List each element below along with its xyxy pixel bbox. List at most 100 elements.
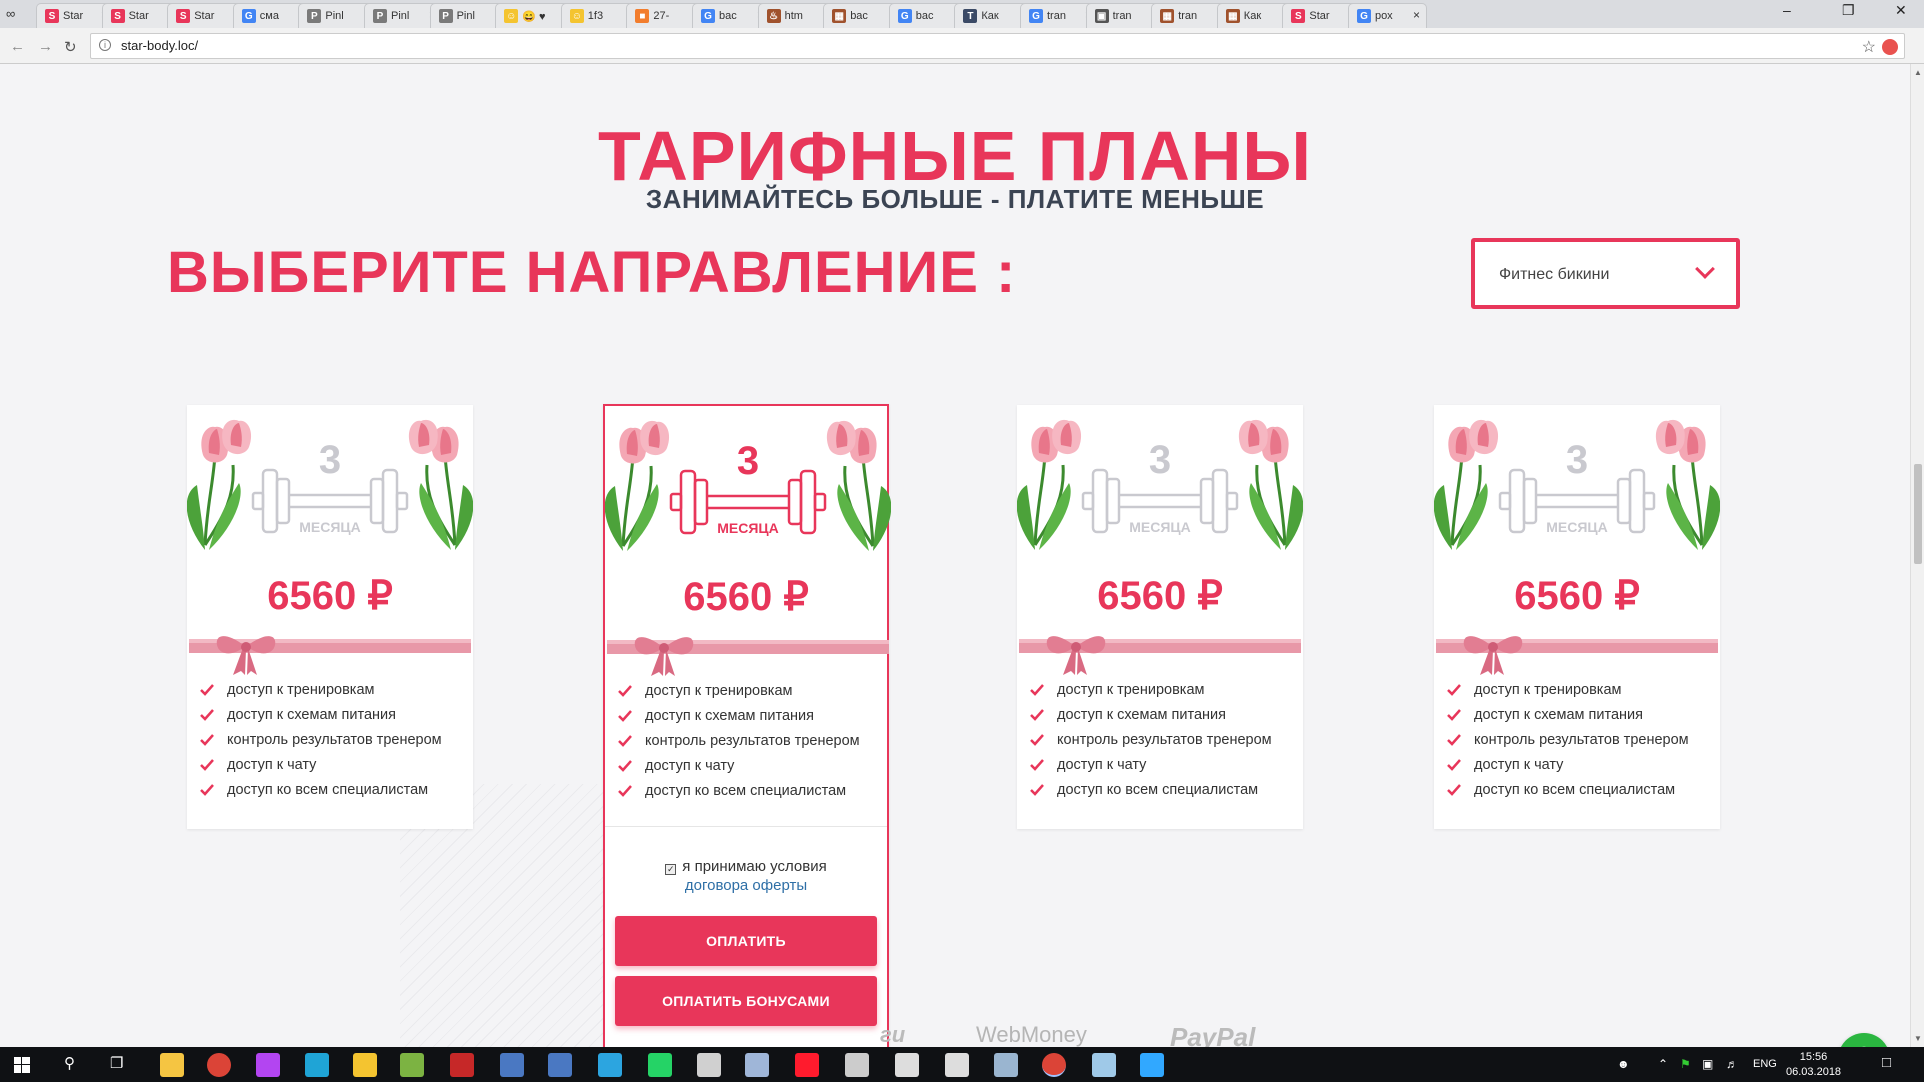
webstorm-taskbar-icon[interactable] (305, 1053, 329, 1077)
feature-item: контроль результатов тренером (1446, 727, 1689, 752)
search-icon[interactable]: ⚲ (64, 1054, 75, 1072)
paint-taskbar-icon[interactable] (697, 1053, 721, 1077)
pay-button[interactable]: ОПЛАТИТЬ (615, 916, 877, 966)
feature-item: доступ к чату (1029, 752, 1272, 777)
gulp-taskbar-icon[interactable] (353, 1053, 377, 1077)
checkmark-icon (200, 783, 214, 796)
ribbon-bow-decoration (607, 637, 889, 676)
pay-with-bonuses-button[interactable]: ОПЛАТИТЬ БОНУСАМИ (615, 976, 877, 1026)
chrome-active-taskbar-icon[interactable] (1042, 1053, 1066, 1077)
photos-taskbar-icon[interactable] (845, 1053, 869, 1077)
feature-item: доступ к чату (617, 753, 860, 778)
chrome-taskbar-icon[interactable] (207, 1053, 231, 1077)
plan-card[interactable]: 3 МЕСЯЦА 6560 ₽ доступ к тренировкам дос… (603, 404, 891, 1047)
language-indicator[interactable]: ENG (1753, 1058, 1777, 1070)
plan-illustration: 3 МЕСЯЦА (605, 420, 891, 551)
editor-taskbar-icon[interactable] (548, 1053, 572, 1077)
checkmark-icon (1030, 733, 1044, 746)
extension-icon[interactable] (1882, 39, 1898, 55)
file-explorer-taskbar-icon[interactable] (160, 1053, 184, 1077)
checkmark-icon (618, 709, 632, 722)
plan-card[interactable]: 3 МЕСЯЦА 6560 ₽ доступ к тренировкам дос… (1434, 405, 1720, 829)
info-icon[interactable]: i (99, 39, 111, 51)
tab-favicon-icon: ▦ (1225, 9, 1240, 23)
feature-text: доступ ко всем специалистам (645, 782, 847, 799)
people-icon[interactable]: ☻ (1617, 1057, 1630, 1071)
plan-card[interactable]: 3 МЕСЯЦА 6560 ₽ доступ к тренировкам дос… (187, 405, 473, 829)
feature-item: контроль результатов тренером (199, 727, 442, 752)
forward-icon[interactable]: → (38, 38, 53, 55)
feature-text: доступ к чату (645, 757, 735, 774)
tab-favicon-icon: P (307, 9, 322, 23)
page-scrollbar[interactable]: ▲ ▼ (1910, 64, 1924, 1047)
tab-favicon-icon: ☺ (504, 9, 519, 23)
tray-expand-icon[interactable]: ⌃ (1658, 1057, 1668, 1071)
card-divider (605, 826, 887, 827)
opera-taskbar-icon[interactable] (795, 1053, 819, 1077)
tab-favicon-icon: S (1291, 9, 1306, 23)
feature-item: доступ к тренировкам (199, 677, 442, 702)
feature-text: доступ к тренировкам (1474, 681, 1622, 698)
browser-tab[interactable]: Gрох × (1348, 3, 1427, 28)
plan-card[interactable]: 3 МЕСЯЦА 6560 ₽ доступ к тренировкам дос… (1017, 405, 1303, 829)
feature-item: доступ ко всем специалистам (199, 777, 442, 802)
url-input[interactable]: i star-body.loc/ ☆ (90, 33, 1905, 59)
settings-taskbar-icon[interactable] (945, 1053, 969, 1077)
offer-contract-link[interactable]: договора оферты (605, 877, 887, 894)
tab-favicon-icon: G (701, 9, 715, 23)
tab-favicon-icon: ■ (635, 9, 650, 23)
feature-item: доступ к тренировкам (1029, 677, 1272, 702)
taskbar-clock[interactable]: 15:56 06.03.2018 (1786, 1050, 1841, 1080)
calculator-taskbar-icon[interactable] (895, 1053, 919, 1077)
phpstorm-taskbar-icon[interactable] (256, 1053, 280, 1077)
plan-period-number: 3 (1149, 438, 1171, 482)
terms-checkbox[interactable]: ✓ (665, 864, 677, 875)
restore-icon[interactable]: ❐ (1842, 2, 1855, 19)
plan-period-label: МЕСЯЦА (1129, 519, 1191, 535)
telegram-taskbar-icon[interactable] (598, 1053, 622, 1077)
notifications-icon[interactable]: □ (1882, 1054, 1891, 1071)
inkscape-taskbar-icon[interactable] (994, 1053, 1018, 1077)
webmoney-logo: WebMoney (976, 1022, 1087, 1047)
tab-favicon-icon: P (438, 9, 453, 23)
task-view-icon[interactable]: ❐ (110, 1054, 123, 1072)
filezilla-taskbar-icon[interactable] (450, 1053, 474, 1077)
tray-flag-icon[interactable]: ⚑ (1680, 1057, 1691, 1071)
volume-icon[interactable]: ♬ (1726, 1057, 1738, 1071)
feature-text: контроль результатов тренером (1474, 731, 1689, 748)
direction-select[interactable]: Фитнес бикини (1471, 238, 1740, 309)
notes-taskbar-icon[interactable] (1092, 1053, 1116, 1077)
tab-favicon-icon: P (373, 9, 387, 23)
choose-direction-heading: ВЫБЕРИТЕ НАПРАВЛЕНИЕ : (167, 240, 1017, 305)
tab-title: Как (1243, 10, 1262, 22)
direction-select-value: Фитнес бикини (1499, 266, 1610, 283)
scroll-up-icon[interactable]: ▲ (1914, 68, 1922, 77)
feature-item: доступ ко всем специалистам (1446, 777, 1689, 802)
tab-close-icon[interactable]: × (1413, 8, 1420, 22)
scrollbar-thumb[interactable] (1914, 464, 1922, 564)
feature-text: доступ к чату (1474, 756, 1564, 773)
whatsapp-chat-button[interactable] (1838, 1033, 1890, 1047)
photoshop-taskbar-icon[interactable] (1140, 1053, 1164, 1077)
plan-period-label: МЕСЯЦА (1546, 519, 1608, 535)
incognito-icon[interactable]: ∞ (6, 6, 28, 22)
network-icon[interactable]: ▣ (1702, 1057, 1713, 1071)
bookmark-star-icon[interactable]: ☆ (1862, 37, 1876, 57)
whatsapp-taskbar-icon[interactable] (648, 1053, 672, 1077)
feature-item: доступ к схемам питания (199, 702, 442, 727)
feature-text: доступ к чату (227, 756, 317, 773)
windows-start-icon[interactable] (14, 1057, 30, 1073)
network-taskbar-icon[interactable] (500, 1053, 524, 1077)
scroll-down-icon[interactable]: ▼ (1914, 1034, 1922, 1043)
reload-icon[interactable]: ↻ (64, 38, 77, 56)
close-window-icon[interactable]: ✕ (1895, 2, 1907, 19)
checkmark-icon (1030, 708, 1044, 721)
minimize-icon[interactable]: – (1783, 2, 1791, 18)
plan-features-list: доступ к тренировкам доступ к схемам пит… (1446, 677, 1689, 802)
back-icon[interactable]: ← (10, 38, 25, 55)
feature-text: доступ к тренировкам (227, 681, 375, 698)
plan-price: 6560 ₽ (1097, 574, 1223, 618)
notepad-taskbar-icon[interactable] (400, 1053, 424, 1077)
checkmark-icon (1030, 683, 1044, 696)
monitor-taskbar-icon[interactable] (745, 1053, 769, 1077)
